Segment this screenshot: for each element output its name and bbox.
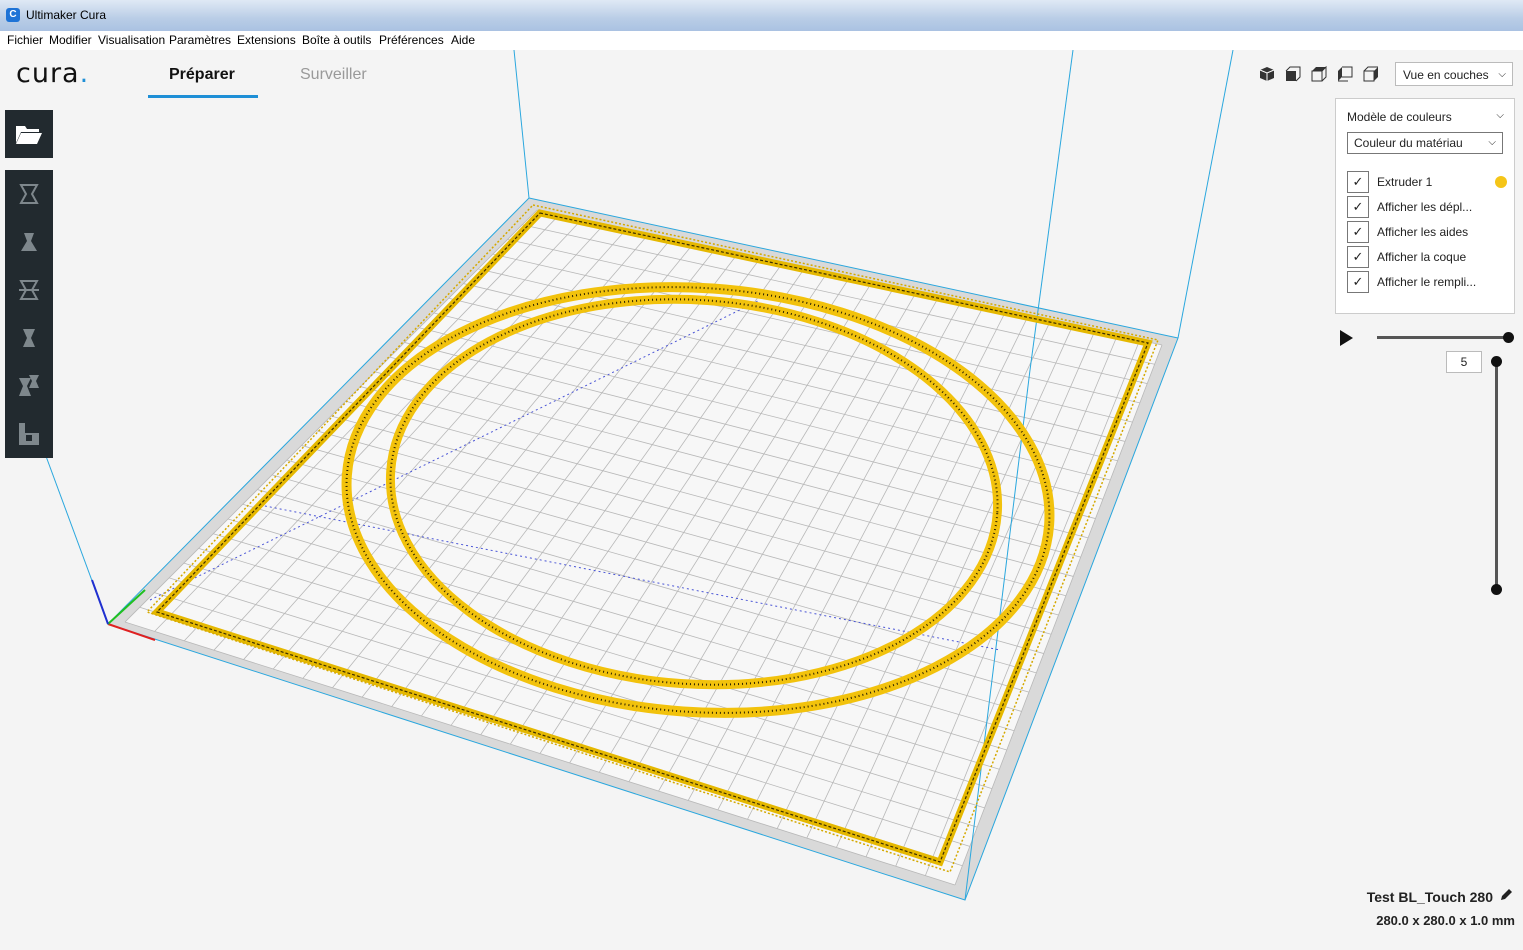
layer-slider-top-handle[interactable] <box>1491 356 1502 367</box>
z-axis <box>91 579 109 625</box>
chevron-down-icon: ⌵ <box>1498 69 1506 80</box>
edit-pencil-icon[interactable] <box>1499 888 1513 905</box>
open-file-button[interactable] <box>5 110 53 158</box>
build-plate-scene <box>39 50 1234 901</box>
color-scheme-value: Couleur du matériau <box>1354 136 1463 150</box>
option-show-travels[interactable]: ✓ Afficher les dépl... <box>1347 196 1507 218</box>
checkbox[interactable]: ✓ <box>1347 196 1369 218</box>
layer-slider-track[interactable] <box>1495 362 1498 590</box>
menu-preferences[interactable]: Préférences <box>379 33 444 47</box>
layer-view-panel: Modèle de couleurs ⌵ Couleur du matériau… <box>1335 98 1515 314</box>
3d-view-icon[interactable] <box>1259 66 1275 86</box>
option-label: Extruder 1 <box>1377 175 1433 189</box>
current-layer-input[interactable]: 5 <box>1446 351 1482 373</box>
option-label: Afficher les dépl... <box>1377 200 1473 214</box>
support-blocker-icon[interactable] <box>5 410 53 458</box>
menu-aide[interactable]: Aide <box>451 33 475 47</box>
tab-prepare[interactable]: Préparer <box>169 66 235 84</box>
option-label: Afficher les aides <box>1377 225 1469 239</box>
menu-boite-a-outils[interactable]: Boîte à outils <box>302 33 371 47</box>
view-mode-select[interactable]: Vue en couches ⌵ <box>1395 62 1513 86</box>
menu-bar: Fichier Modifier Visualisation Paramètre… <box>0 31 1523 51</box>
color-scheme-label[interactable]: Modèle de couleurs <box>1347 110 1452 124</box>
menu-visualisation[interactable]: Visualisation <box>98 33 165 47</box>
right-view-icon[interactable] <box>1363 66 1379 86</box>
path-slider-track[interactable] <box>1377 336 1507 339</box>
move-icon[interactable] <box>5 170 53 218</box>
color-scheme-select[interactable]: Couleur du matériau ⌵ <box>1347 132 1503 154</box>
checkbox[interactable]: ✓ <box>1347 171 1369 193</box>
left-view-icon[interactable] <box>1337 66 1353 86</box>
front-view-icon[interactable] <box>1285 66 1301 86</box>
checkbox[interactable]: ✓ <box>1347 246 1369 268</box>
menu-parametres[interactable]: Paramètres <box>169 33 231 47</box>
option-label: Afficher la coque <box>1377 250 1467 264</box>
cura-logo: cura. <box>16 58 89 89</box>
chevron-down-icon: ⌵ <box>1488 137 1496 148</box>
tool-sidebar <box>5 170 53 458</box>
tab-monitor[interactable]: Surveiller <box>300 66 367 84</box>
build-volume-dimensions: 280.0 x 280.0 x 1.0 mm <box>1376 913 1515 928</box>
option-show-shell[interactable]: ✓ Afficher la coque <box>1347 246 1507 268</box>
menu-fichier[interactable]: Fichier <box>7 33 43 47</box>
printer-name: Test BL_Touch 280 <box>1366 889 1493 905</box>
checkbox[interactable]: ✓ <box>1347 271 1369 293</box>
3d-viewport[interactable] <box>0 50 1523 950</box>
logo-dot: . <box>79 58 90 89</box>
rotate-icon[interactable] <box>5 266 53 314</box>
folder-open-icon <box>5 110 53 158</box>
scale-icon[interactable] <box>5 218 53 266</box>
collapse-chevron-icon[interactable]: ⌵ <box>1496 110 1504 121</box>
option-show-helpers[interactable]: ✓ Afficher les aides <box>1347 221 1507 243</box>
cura-app-icon: C <box>6 8 20 22</box>
path-slider-handle[interactable] <box>1503 332 1514 343</box>
checkbox[interactable]: ✓ <box>1347 221 1369 243</box>
view-mode-value: Vue en couches <box>1403 68 1489 82</box>
option-extruder-1[interactable]: ✓ Extruder 1 <box>1347 171 1507 193</box>
layer-slider-bottom-handle[interactable] <box>1491 584 1502 595</box>
option-label: Afficher le rempli... <box>1377 275 1477 289</box>
play-simulation-button[interactable] <box>1340 330 1353 346</box>
volume-edge <box>513 50 530 199</box>
option-show-infill[interactable]: ✓ Afficher le rempli... <box>1347 271 1507 293</box>
active-tab-indicator <box>148 95 258 98</box>
menu-extensions[interactable]: Extensions <box>237 33 296 47</box>
extruder-color-swatch <box>1495 176 1507 188</box>
mirror-icon[interactable] <box>5 314 53 362</box>
logo-text: cura <box>16 58 80 89</box>
window-titlebar: C Ultimaker Cura <box>0 0 1523 32</box>
per-model-settings-icon[interactable] <box>5 362 53 410</box>
volume-edge <box>1177 50 1234 339</box>
menu-modifier[interactable]: Modifier <box>49 33 92 47</box>
top-view-icon[interactable] <box>1311 65 1327 86</box>
window-title: Ultimaker Cura <box>26 8 107 22</box>
